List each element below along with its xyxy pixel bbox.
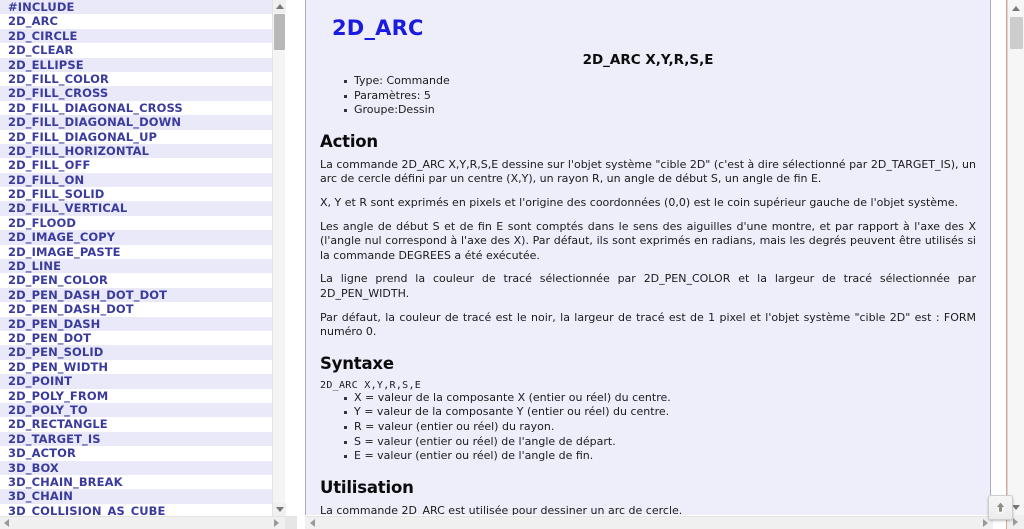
command-list-item[interactable]: 2D_FILL_DIAGONAL_UP: [0, 129, 285, 144]
sidebar-horizontal-scrollbar[interactable]: [0, 516, 297, 529]
triangle-down-icon: [275, 507, 284, 512]
command-list-item[interactable]: 2D_PEN_COLOR: [0, 273, 285, 288]
command-list-item[interactable]: 2D_POLY_TO: [0, 402, 285, 418]
command-list-item[interactable]: 3D_CHAIN_BREAK: [0, 474, 285, 490]
section-heading-utilisation: Utilisation: [320, 477, 414, 497]
command-list-item[interactable]: 2D_FILL_HORIZONTAL: [0, 143, 285, 159]
command-list-item[interactable]: 2D_IMAGE_COPY: [0, 230, 285, 245]
documentation-horizontal-scrollbar[interactable]: [305, 516, 993, 529]
command-list-item[interactable]: 2D_POLY_FROM: [0, 388, 285, 403]
command-list-item[interactable]: 2D_PEN_DASH_DOT_DOT: [0, 287, 285, 303]
command-list-item[interactable]: 2D_RECTANGLE: [0, 417, 285, 432]
command-list-item[interactable]: 2D_PEN_SOLID: [0, 345, 285, 360]
command-list-item[interactable]: 2D_FLOOD: [0, 215, 285, 231]
sidebar-scroll-right-button[interactable]: [270, 517, 283, 529]
triangle-right-icon: [1013, 518, 1018, 526]
command-list-item[interactable]: #INCLUDE: [0, 0, 285, 15]
command-list-item[interactable]: 2D_POINT: [0, 374, 285, 389]
syntax-code-line: 2D_ARC X,Y,R,S,E: [320, 379, 422, 391]
sidebar-scroll-up-button[interactable]: [273, 0, 286, 13]
syntax-parameter-list: X = valeur de la composante X (entier ou…: [320, 391, 976, 464]
utilisation-paragraph-1: La commande 2D_ARC est utilisée pour des…: [320, 503, 683, 515]
command-list-item[interactable]: 2D_TARGET_IS: [0, 431, 285, 447]
section-heading-syntaxe: Syntaxe: [320, 353, 394, 373]
action-paragraph-2: X, Y et R sont exprimés en pixels et l'o…: [320, 195, 959, 209]
syntax-parameter-item: X = valeur de la composante X (entier ou…: [344, 391, 976, 406]
window-scroll-up-button[interactable]: [1008, 0, 1024, 16]
documentation-content: 2D_ARC 2D_ARC X,Y,R,S,E Type: Commande Pa…: [306, 0, 990, 515]
action-paragraph-4: La ligne prend la couleur de tracé sélec…: [320, 272, 976, 300]
command-list-item[interactable]: 2D_FILL_DIAGONAL_CROSS: [0, 100, 285, 116]
command-list-item[interactable]: 2D_ARC: [0, 14, 285, 29]
command-list-item[interactable]: 2D_FILL_CROSS: [0, 86, 285, 101]
syntax-parameter-item: Y = valeur de la composante Y (entier ou…: [344, 405, 976, 420]
command-list-item[interactable]: 2D_PEN_WIDTH: [0, 359, 285, 375]
command-signature: 2D_ARC X,Y,R,S,E: [582, 52, 714, 68]
section-heading-action: Action: [320, 131, 378, 151]
triangle-left-icon: [4, 519, 9, 527]
command-list-item[interactable]: 2D_FILL_DIAGONAL_DOWN: [0, 115, 285, 130]
command-list-item[interactable]: 2D_FILL_ON: [0, 172, 285, 188]
doc-scroll-left-button[interactable]: [306, 517, 319, 529]
syntax-parameter-item: R = valeur (entier ou réel) du rayon.: [344, 420, 976, 435]
command-index-panel: #INCLUDE 2D_ARC 2D_CIRCLE 2D_CLEAR 2D_ELLIPS…: [0, 0, 297, 529]
syntax-parameter-item: S = valeur (entier ou réel) de l'angle d…: [344, 435, 976, 450]
command-meta-list: Type: Commande Paramètres: 5 Groupe:Dessin: [320, 74, 976, 118]
command-list-item[interactable]: 2D_CIRCLE: [0, 28, 285, 44]
scroll-to-top-button[interactable]: [988, 495, 1013, 520]
action-paragraph-5: Par défaut, la couleur de tracé est le n…: [320, 310, 976, 339]
application-window: #INCLUDE 2D_ARC 2D_CIRCLE 2D_CLEAR 2D_ELLIPS…: [0, 0, 1024, 529]
command-list-item[interactable]: 2D_PEN_DOT: [0, 330, 285, 346]
triangle-down-icon: [1012, 504, 1020, 510]
triangle-up-icon: [275, 4, 284, 9]
triangle-left-icon: [310, 519, 315, 527]
command-list-item[interactable]: 2D_IMAGE_PASTE: [0, 244, 285, 260]
window-vertical-scrollbar[interactable]: [1007, 0, 1024, 529]
command-meta-item: Groupe:Dessin: [344, 103, 976, 118]
sidebar-scrollbar-thumb[interactable]: [274, 14, 285, 50]
command-list-item[interactable]: 2D_FILL_OFF: [0, 158, 285, 173]
page-title: 2D_ARC: [332, 16, 424, 40]
command-list-item[interactable]: 3D_COLLISION_AS_CUBE: [0, 503, 285, 516]
sidebar-vertical-scrollbar[interactable]: [272, 0, 286, 516]
sidebar-scroll-left-button[interactable]: [0, 517, 13, 529]
command-list-item[interactable]: 2D_FILL_VERTICAL: [0, 201, 285, 216]
sidebar-scrollbar-corner: [285, 517, 297, 529]
window-scrollbar-thumb[interactable]: [1010, 17, 1023, 49]
command-list-item[interactable]: 2D_PEN_DASH_DOT: [0, 302, 285, 317]
command-meta-item: Paramètres: 5: [344, 89, 976, 104]
arrow-up-icon: [994, 501, 1007, 513]
command-list-item[interactable]: 2D_FILL_SOLID: [0, 187, 285, 202]
command-meta-item: Type: Commande: [344, 74, 976, 89]
command-list-item[interactable]: 3D_BOX: [0, 460, 285, 475]
command-list-item[interactable]: 2D_ELLIPSE: [0, 57, 285, 72]
command-list-item[interactable]: 2D_CLEAR: [0, 43, 285, 58]
documentation-scroll-area[interactable]: 2D_ARC 2D_ARC X,Y,R,S,E Type: Commande Pa…: [305, 0, 991, 515]
command-list-item[interactable]: 3D_ACTOR: [0, 446, 285, 461]
action-paragraph-3: Les angle de début S et de fin E sont co…: [320, 219, 976, 262]
documentation-panel: 2D_ARC 2D_ARC X,Y,R,S,E Type: Commande Pa…: [297, 0, 1013, 529]
command-list-item[interactable]: 2D_FILL_COLOR: [0, 71, 285, 87]
command-list-item[interactable]: 3D_CHAIN: [0, 489, 285, 504]
action-paragraph-1: La commande 2D_ARC X,Y,R,S,E dessine sur…: [320, 157, 976, 186]
command-list-item[interactable]: 2D_LINE: [0, 259, 285, 274]
syntax-parameter-item: E = valeur (entier ou réel) de l'angle d…: [344, 449, 976, 464]
triangle-up-icon: [1012, 5, 1020, 11]
command-list[interactable]: #INCLUDE 2D_ARC 2D_CIRCLE 2D_CLEAR 2D_ELLIPS…: [0, 0, 285, 516]
command-list-item[interactable]: 2D_PEN_DASH: [0, 316, 285, 331]
triangle-right-icon: [983, 519, 988, 527]
sidebar-scroll-down-button[interactable]: [273, 503, 286, 516]
triangle-right-icon: [274, 519, 279, 527]
